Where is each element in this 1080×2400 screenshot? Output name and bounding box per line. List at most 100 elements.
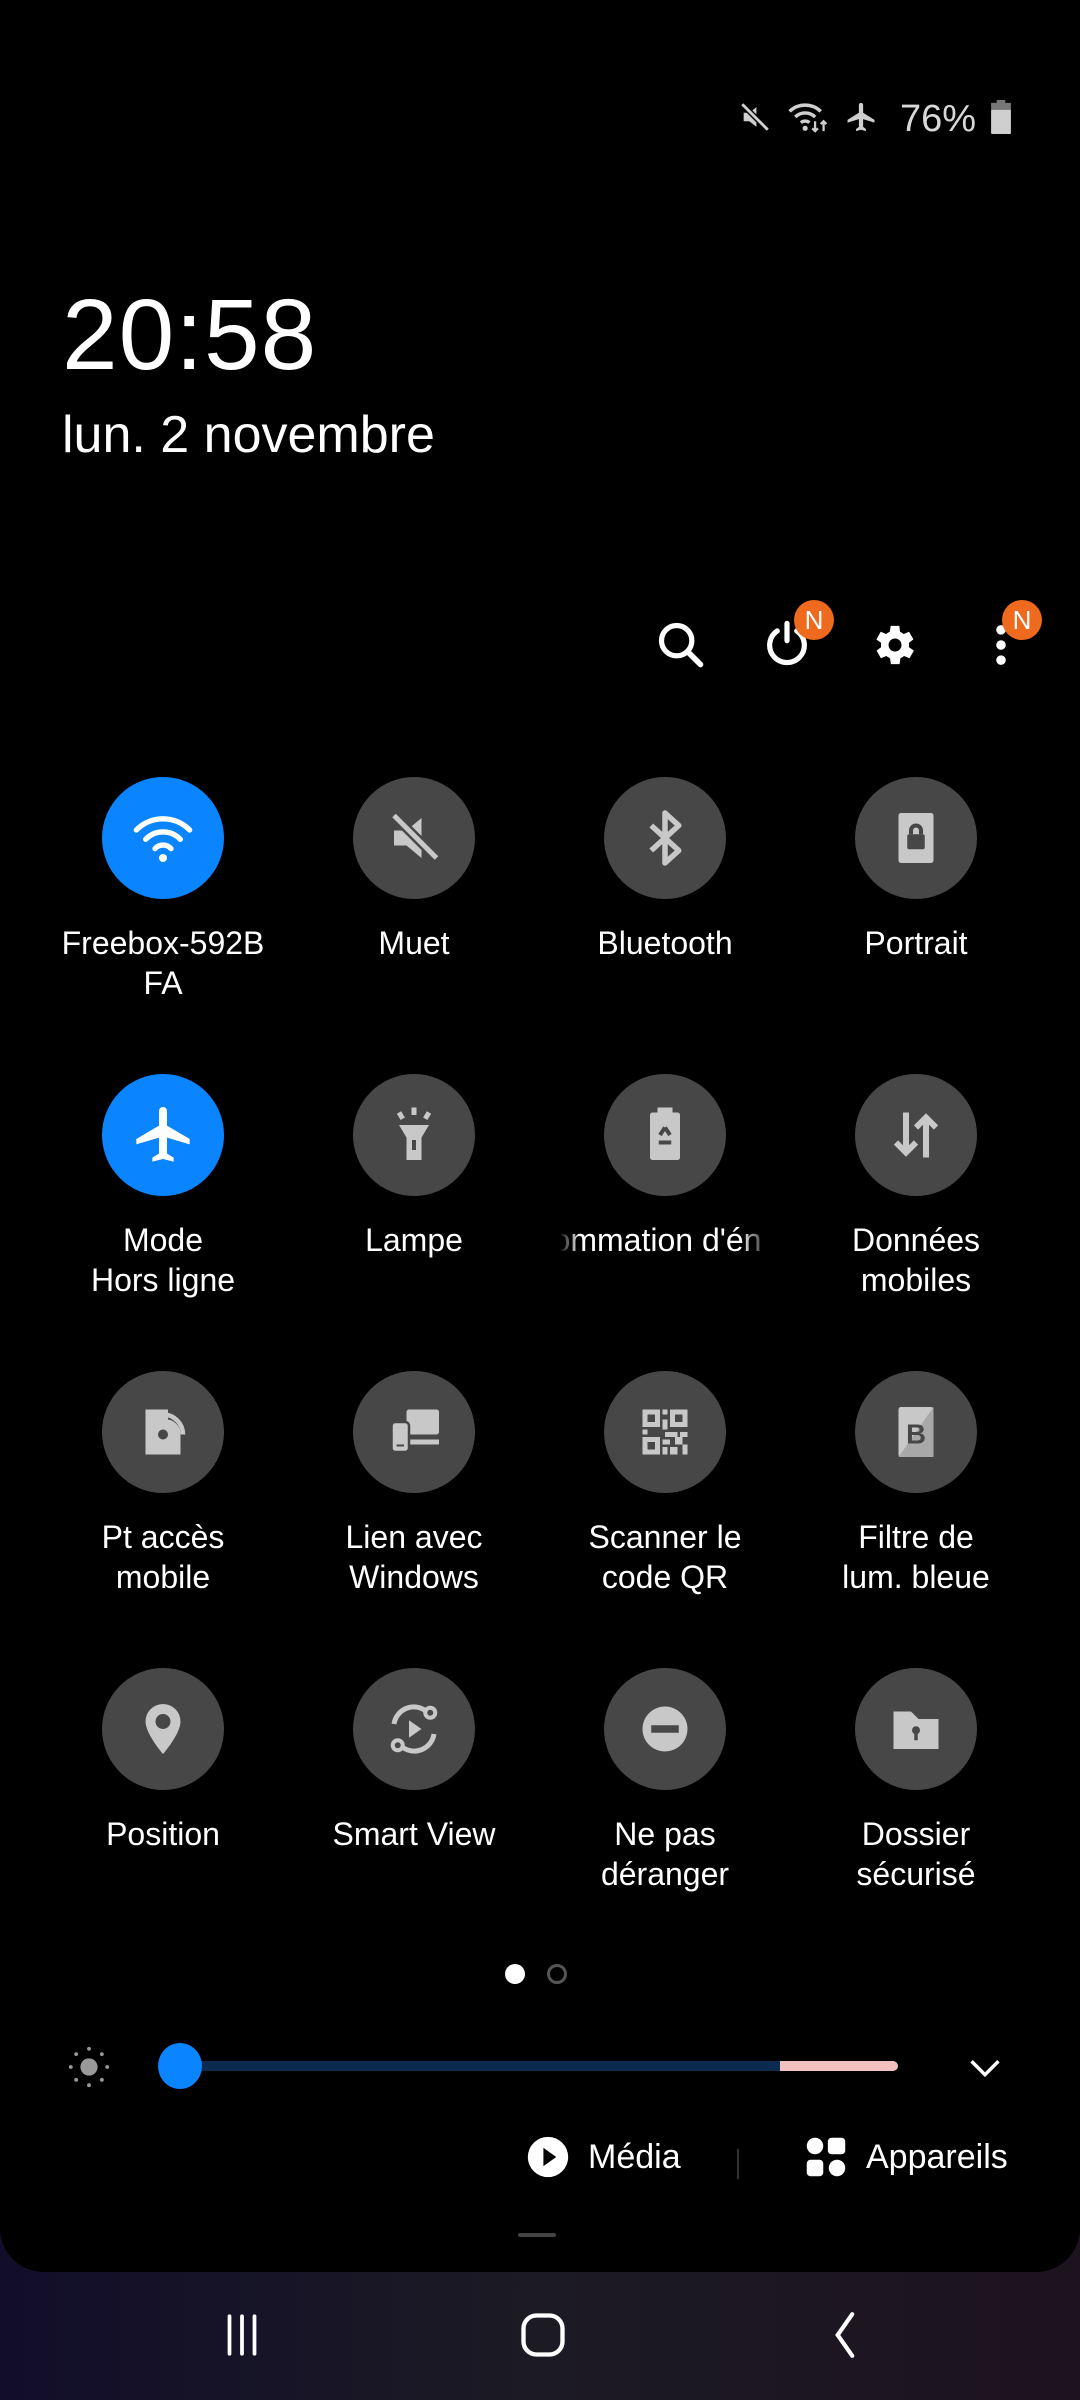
tile-label: Ne pas déranger	[600, 1816, 730, 1892]
gear-icon	[876, 625, 914, 665]
tile-toggle[interactable]: B	[855, 1371, 977, 1493]
navigation-bar	[0, 2300, 1080, 2370]
tile-hotspot[interactable]: Pt accès mobile	[38, 1371, 288, 1597]
media-label: Média	[588, 2137, 681, 2176]
mute-icon	[390, 811, 441, 862]
page-dot-2[interactable]	[547, 1964, 567, 1984]
tile-toggle[interactable]	[604, 1668, 726, 1790]
do-not-disturb-icon	[642, 1706, 688, 1752]
tile-mute[interactable]: Muet	[289, 777, 539, 963]
hotspot-icon	[145, 1409, 186, 1455]
brightness-slider[interactable]	[158, 2061, 898, 2071]
tile-toggle[interactable]	[604, 1371, 726, 1493]
tile-toggle[interactable]	[604, 1074, 726, 1196]
battery-saver-icon	[650, 1107, 680, 1160]
tile-mobile-data[interactable]: Données mobiles	[791, 1074, 1041, 1300]
tile-toggle[interactable]	[353, 1074, 475, 1196]
tile-bluetooth[interactable]: Bluetooth	[540, 777, 790, 963]
tile-label: Freebox-592B FA	[61, 925, 265, 1001]
battery-icon	[990, 100, 1012, 139]
expand-chevron-button[interactable]	[962, 2044, 1008, 2095]
battery-percent: 76%	[899, 98, 976, 140]
tile-label: Portrait	[864, 925, 968, 961]
link-to-windows-icon	[390, 1409, 439, 1454]
tile-toggle[interactable]	[855, 1074, 977, 1196]
airplane-icon	[844, 100, 878, 139]
drag-handle[interactable]	[518, 2233, 556, 2237]
tile-label: Bluetooth	[597, 925, 733, 961]
blue-light-filter-icon: B	[898, 1407, 934, 1457]
tile-label: Filtre de lum. bleue	[842, 1519, 990, 1595]
divider	[737, 2149, 739, 2179]
tile-toggle[interactable]	[604, 777, 726, 899]
home-icon	[521, 2313, 565, 2357]
tile-label: Dossier sécurisé	[856, 1816, 976, 1892]
tile-toggle[interactable]	[102, 777, 224, 899]
tile-power-saving[interactable]: ommation d'én	[540, 1074, 790, 1260]
tile-blue-light-filter[interactable]: B Filtre de lum. bleue	[791, 1371, 1041, 1597]
power-button[interactable]: N	[752, 600, 834, 680]
mute-icon	[738, 100, 772, 139]
tile-toggle[interactable]	[353, 777, 475, 899]
recent-apps-button[interactable]	[202, 2300, 282, 2370]
tile-portrait[interactable]: Portrait	[791, 777, 1041, 963]
tile-airplane-mode[interactable]: Mode Hors ligne	[38, 1074, 288, 1300]
play-circle-icon	[527, 2136, 569, 2178]
notification-badge: N	[1002, 600, 1042, 640]
tile-label: Lampe	[365, 1222, 463, 1258]
clock[interactable]: 20:58	[62, 278, 317, 393]
notification-badge: N	[794, 600, 834, 640]
wifi-icon	[133, 816, 193, 862]
brightness-slider-thumb[interactable]	[158, 2043, 203, 2089]
search-button[interactable]	[646, 610, 716, 680]
brightness-icon	[66, 2044, 112, 2095]
page-indicator	[505, 1964, 567, 1984]
media-button[interactable]: Média	[526, 2135, 681, 2179]
recent-apps-icon	[227, 2314, 257, 2356]
page-dot-1[interactable]	[505, 1964, 525, 1984]
tile-toggle[interactable]	[102, 1074, 224, 1196]
quick-settings-panel: 76% 20:58 lun. 2 novembre N N Freebox-59…	[0, 0, 1080, 2272]
tile-link-to-windows[interactable]: Lien avec Windows	[289, 1371, 539, 1597]
tile-secure-folder[interactable]: Dossier sécurisé	[791, 1668, 1041, 1894]
tile-label: Smart View	[332, 1816, 496, 1852]
airplane-icon	[136, 1107, 190, 1162]
tile-do-not-disturb[interactable]: Ne pas déranger	[540, 1668, 790, 1894]
smart-view-icon	[390, 1704, 438, 1754]
flashlight-icon	[396, 1107, 432, 1160]
tile-qr-scanner[interactable]: Scanner le code QR	[540, 1371, 790, 1597]
back-button[interactable]	[806, 2300, 886, 2370]
settings-button[interactable]	[860, 610, 930, 680]
status-bar: 76%	[738, 98, 1012, 141]
tile-toggle[interactable]	[855, 1668, 977, 1790]
tile-wifi[interactable]: Freebox-592B FA	[38, 777, 288, 1003]
home-button[interactable]	[503, 2300, 583, 2370]
tile-toggle[interactable]	[102, 1371, 224, 1493]
tile-toggle[interactable]	[353, 1668, 475, 1790]
devices-button[interactable]: Appareils	[804, 2135, 1008, 2179]
tile-label: Mode Hors ligne	[90, 1222, 236, 1298]
location-pin-icon	[145, 1704, 181, 1754]
devices-grid-icon	[806, 2137, 846, 2177]
tile-label: Données mobiles	[851, 1222, 981, 1298]
date[interactable]: lun. 2 novembre	[62, 405, 435, 465]
tile-toggle[interactable]	[102, 1668, 224, 1790]
brightness-control	[0, 2030, 1080, 2100]
search-icon	[658, 622, 704, 668]
bluetooth-icon	[649, 810, 682, 866]
tile-smart-view[interactable]: Smart View	[289, 1668, 539, 1854]
tile-label: Scanner le code QR	[588, 1519, 742, 1595]
tile-label: Pt accès mobile	[101, 1519, 225, 1595]
tile-location[interactable]: Position	[38, 1668, 288, 1854]
mobile-data-icon	[893, 1112, 939, 1158]
more-options-button[interactable]: N	[966, 600, 1042, 680]
wifi-data-icon	[786, 100, 830, 139]
back-icon	[835, 2312, 855, 2358]
tile-toggle[interactable]	[855, 777, 977, 899]
chevron-down-icon	[970, 2060, 1000, 2078]
tile-flashlight[interactable]: Lampe	[289, 1074, 539, 1260]
tile-label: Position	[106, 1816, 220, 1852]
tile-label: Lien avec Windows	[345, 1519, 483, 1595]
tile-toggle[interactable]	[353, 1371, 475, 1493]
tile-label: Muet	[378, 925, 450, 961]
